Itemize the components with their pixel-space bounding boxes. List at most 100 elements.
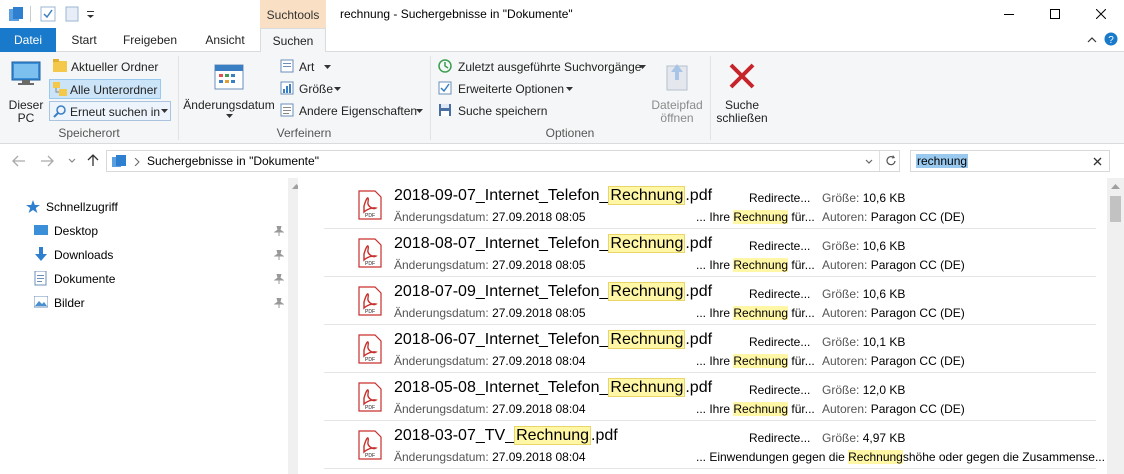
results-list: PDF 2018-09-07_Internet_Telefon_ Rechnung.… bbox=[298, 178, 1108, 474]
chevron-right-icon[interactable] bbox=[134, 158, 140, 166]
kind-icon bbox=[280, 59, 294, 73]
result-row[interactable]: PDF 2018-06-07_Internet_Telefon_ Rechnung.… bbox=[324, 326, 1096, 373]
svg-text:PDF: PDF bbox=[365, 453, 375, 459]
new-folder-icon[interactable] bbox=[64, 6, 80, 22]
maximize-button[interactable] bbox=[1032, 0, 1078, 28]
tab-start[interactable]: Start bbox=[64, 28, 104, 52]
suche-speichern-button[interactable]: Suche speichern bbox=[438, 101, 548, 121]
desktop-icon bbox=[34, 225, 48, 235]
result-row[interactable]: PDF 2018-08-07_Internet_Telefon_ Rechnung.… bbox=[324, 230, 1096, 277]
qa-customize-icon[interactable] bbox=[86, 6, 96, 22]
properties-icon[interactable] bbox=[40, 6, 56, 22]
tab-freigeben[interactable]: Freigeben bbox=[114, 28, 186, 52]
result-date: Änderungsdatum: 27.09.2018 08:04 bbox=[394, 402, 586, 416]
art-label: Art bbox=[299, 60, 315, 74]
aenderungsdatum-button[interactable]: Änderungsdatum bbox=[182, 56, 276, 122]
search-highlight: Rechnung bbox=[514, 426, 592, 445]
filename-extension: .pdf bbox=[685, 235, 713, 252]
erneut-suchen-button[interactable]: Erneut suchen in bbox=[49, 101, 171, 121]
subfolders-icon bbox=[53, 82, 67, 96]
svg-text:PDF: PDF bbox=[365, 309, 375, 315]
address-bar[interactable]: Suchergebnisse in "Dokumente" bbox=[106, 150, 900, 172]
dropdown-arrow-icon bbox=[161, 109, 168, 113]
forward-arrow-icon[interactable] bbox=[40, 155, 54, 167]
date-label: Änderungsdatum: bbox=[394, 258, 489, 272]
documents-icon bbox=[34, 271, 47, 286]
pin-icon[interactable] bbox=[274, 274, 284, 284]
tab-suchen[interactable]: Suchen bbox=[260, 28, 326, 53]
help-icon[interactable]: ? bbox=[1104, 32, 1118, 46]
pdf-file-icon: PDF bbox=[358, 286, 382, 316]
result-filename[interactable]: 2018-05-08_Internet_Telefon_ Rechnung .pdf bbox=[394, 378, 712, 397]
folder-app-icon[interactable] bbox=[8, 6, 24, 22]
pin-icon[interactable] bbox=[274, 226, 284, 236]
date-value: 27.09.2018 08:04 bbox=[492, 450, 586, 464]
scroll-up-icon[interactable] bbox=[1111, 184, 1120, 190]
pdf-file-icon: PDF bbox=[358, 334, 382, 364]
snippet-post: für... bbox=[788, 210, 815, 224]
result-author: Autoren: Paragon CC (DE) bbox=[822, 354, 965, 368]
address-dropdown-icon[interactable] bbox=[865, 159, 873, 165]
result-snippet: ... Ihre Rechnung für... bbox=[696, 306, 815, 320]
result-size: Größe: 12,0 KB bbox=[822, 383, 905, 397]
suche-schliessen-button[interactable]: Suche schließen bbox=[714, 56, 770, 125]
groesse-button[interactable]: Größe bbox=[280, 79, 350, 99]
nav-schnellzugriff-label: Schnellzugriff bbox=[46, 200, 118, 214]
star-icon bbox=[26, 200, 40, 213]
author-value: Paragon CC (DE) bbox=[870, 402, 965, 416]
result-row[interactable]: PDF 2018-05-08_Internet_Telefon_ Rechnung.… bbox=[324, 374, 1096, 421]
scroll-thumb[interactable] bbox=[1110, 196, 1121, 222]
result-filename[interactable]: 2018-06-07_Internet_Telefon_ Rechnung .pdf bbox=[394, 330, 712, 349]
result-redirect: Redirecte... bbox=[749, 335, 811, 349]
result-filename[interactable]: 2018-09-07_Internet_Telefon_ Rechnung .pdf bbox=[394, 186, 712, 205]
filename-prefix: 2018-03-07_TV_ bbox=[394, 427, 515, 444]
size-value: 12,0 KB bbox=[862, 383, 906, 397]
tab-ansicht[interactable]: Ansicht bbox=[194, 28, 256, 52]
back-arrow-icon[interactable] bbox=[12, 155, 26, 167]
result-filename[interactable]: 2018-03-07_TV_ Rechnung .pdf bbox=[394, 426, 618, 445]
refresh-icon[interactable] bbox=[884, 154, 898, 168]
result-author: Autoren: Paragon CC (DE) bbox=[822, 402, 965, 416]
andere-eigenschaften-button[interactable]: Andere Eigenschaften bbox=[280, 101, 426, 121]
alle-unterordner-button[interactable]: Alle Unterordner bbox=[49, 79, 161, 99]
date-label: Änderungsdatum: bbox=[394, 354, 489, 368]
search-box[interactable]: rechnung bbox=[910, 150, 1110, 172]
minimize-button[interactable] bbox=[986, 0, 1032, 28]
ribbon-tabs: Datei Start Freigeben Ansicht Suchen ? bbox=[0, 28, 1124, 53]
zuletzt-button[interactable]: Zuletzt ausgeführte Suchvorgänge bbox=[438, 57, 650, 77]
pin-icon[interactable] bbox=[274, 298, 284, 308]
result-row[interactable]: PDF 2018-03-07_TV_ Rechnung .pdf Änderungsda… bbox=[324, 422, 1105, 469]
dropdown-arrow-icon bbox=[324, 65, 331, 69]
collapse-ribbon-icon[interactable] bbox=[1086, 34, 1098, 46]
context-tab-suchtools: Suchtools bbox=[260, 0, 326, 28]
tab-datei[interactable]: Datei bbox=[0, 28, 56, 52]
date-value: 27.09.2018 08:04 bbox=[492, 354, 586, 368]
erweiterte-optionen-button[interactable]: Erweiterte Optionen bbox=[438, 79, 578, 99]
dieser-pc-button[interactable]: Dieser PC bbox=[4, 56, 48, 125]
search-input[interactable]: rechnung bbox=[916, 154, 969, 168]
result-size: Größe: 10,6 KB bbox=[822, 191, 905, 205]
advanced-options-icon bbox=[438, 81, 452, 95]
result-filename[interactable]: 2018-08-07_Internet_Telefon_ Rechnung .pdf bbox=[394, 234, 713, 253]
pin-icon[interactable] bbox=[274, 250, 284, 260]
art-button[interactable]: Art bbox=[280, 57, 350, 77]
nav-item-label: Dokumente bbox=[54, 272, 116, 286]
size-icon bbox=[280, 81, 294, 95]
properties-list-icon bbox=[280, 103, 294, 117]
aktueller-ordner-button[interactable]: Aktueller Ordner bbox=[50, 57, 162, 77]
result-row[interactable]: PDF 2018-09-07_Internet_Telefon_ Rechnung.… bbox=[324, 182, 1096, 229]
snippet-post: für... bbox=[788, 306, 815, 320]
clear-search-icon[interactable] bbox=[1093, 157, 1102, 166]
results-scrollbar[interactable] bbox=[1107, 178, 1124, 474]
result-redirect: Redirecte... bbox=[749, 383, 811, 397]
size-label: Größe: bbox=[822, 191, 860, 205]
date-value: 27.09.2018 08:04 bbox=[492, 402, 586, 416]
dateipfad-oeffnen-button[interactable]: Dateipfad öffnen bbox=[646, 56, 708, 125]
date-label: Änderungsdatum: bbox=[394, 450, 489, 464]
up-arrow-icon[interactable] bbox=[86, 153, 100, 167]
close-button[interactable] bbox=[1078, 0, 1124, 28]
result-filename[interactable]: 2018-07-09_Internet_Telefon_ Rechnung .pdf bbox=[394, 282, 712, 301]
result-row[interactable]: PDF 2018-07-09_Internet_Telefon_ Rechnung.… bbox=[324, 278, 1096, 325]
snippet-highlight: Rechnung bbox=[733, 306, 789, 320]
recent-locations-icon[interactable] bbox=[68, 158, 76, 164]
